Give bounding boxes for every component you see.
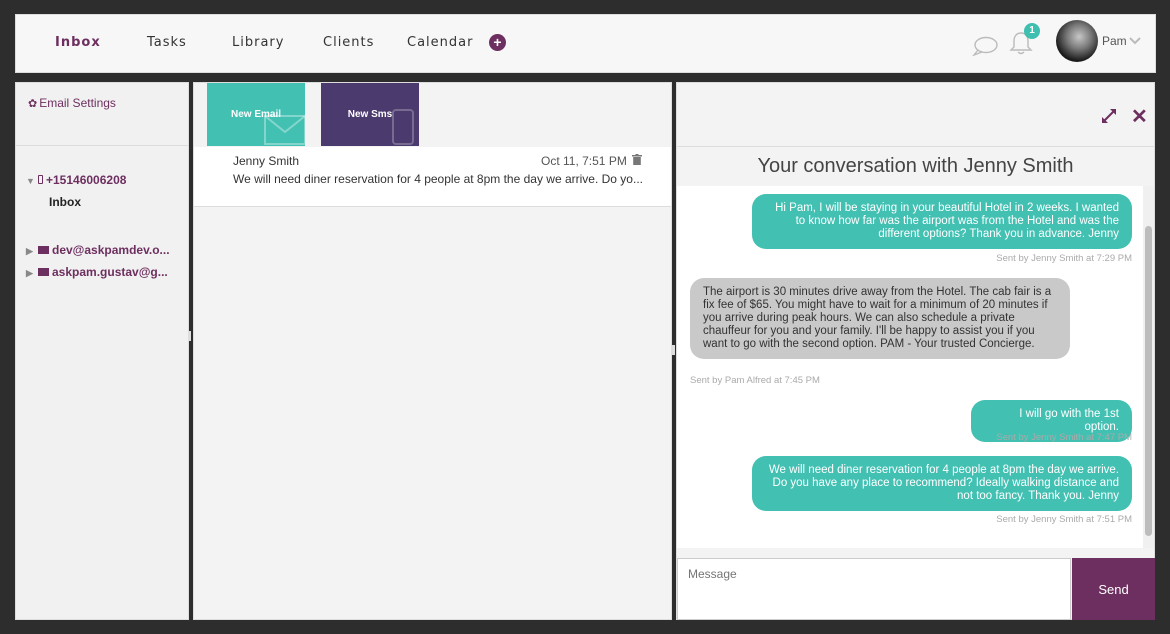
caret-right-icon[interactable]: ▶ xyxy=(26,268,38,279)
conversation-title: Your conversation with Jenny Smith xyxy=(757,155,1074,177)
notification-badge: 1 xyxy=(1024,23,1040,39)
message-preview: We will need diner reservation for 4 peo… xyxy=(233,172,643,186)
top-navigation-bar: Inbox Tasks Library Clients Calendar + 1… xyxy=(15,14,1156,73)
message-bubble-outgoing: We will need diner reservation for 4 peo… xyxy=(752,456,1132,511)
conversation-thread: Hi Pam, I will be staying in your beauti… xyxy=(677,186,1143,548)
nav-inbox[interactable]: Inbox xyxy=(55,35,101,50)
gear-icon: ✿ xyxy=(28,98,38,110)
chevron-down-icon[interactable] xyxy=(1129,37,1141,45)
message-sender: Jenny Smith xyxy=(233,154,300,168)
sidebar-resize-handle[interactable] xyxy=(189,331,191,341)
message-meta: Sent by Pam Alfred at 7:45 PM xyxy=(690,375,820,386)
new-sms-label: New Sms xyxy=(347,109,393,120)
list-item[interactable]: Jenny Smith Oct 11, 7:51 PM We will need… xyxy=(194,147,671,207)
sidebar-item-inbox[interactable]: Inbox xyxy=(49,195,81,209)
envelope-icon xyxy=(38,268,49,276)
email-settings-label: Email Settings xyxy=(39,96,116,110)
message-date: Oct 11, 7:51 PM xyxy=(541,154,627,168)
sidebar-divider xyxy=(16,145,188,146)
sidebar-account-phone[interactable]: ▼ +15146006208 xyxy=(26,173,126,187)
conversation-resize-handle[interactable] xyxy=(673,345,675,355)
message-bubble-outgoing: Hi Pam, I will be staying in your beauti… xyxy=(752,194,1132,249)
message-meta: Sent by Jenny Smith at 7:29 PM xyxy=(996,253,1132,264)
nav-clients[interactable]: Clients xyxy=(323,35,374,50)
new-email-label: New Email xyxy=(230,109,282,120)
message-list-panel: New Email New Sms Jenny Smith Oct 11, 7:… xyxy=(193,82,673,620)
send-button[interactable]: Send xyxy=(1072,558,1155,620)
conversation-scrollbar[interactable] xyxy=(1143,186,1154,548)
message-bubble-incoming: The airport is 30 minutes drive away fro… xyxy=(690,278,1070,359)
message-meta: Sent by Jenny Smith at 7:47 PM xyxy=(996,432,1132,443)
header-divider xyxy=(677,146,1154,147)
account-label: dev@askpamdev.o... xyxy=(52,243,170,257)
nav-library[interactable]: Library xyxy=(232,35,284,50)
trash-icon[interactable] xyxy=(632,154,642,165)
user-menu-name[interactable]: Pam xyxy=(1102,34,1127,48)
conversation-panel: ✕ Your conversation with Jenny Smith Hi … xyxy=(673,82,1155,620)
caret-right-icon[interactable]: ▶ xyxy=(26,246,38,257)
message-input[interactable] xyxy=(677,558,1071,620)
nav-tasks[interactable]: Tasks xyxy=(147,35,187,50)
new-email-button[interactable]: New Email xyxy=(207,83,305,146)
caret-down-icon[interactable]: ▼ xyxy=(26,176,38,186)
new-sms-button[interactable]: New Sms xyxy=(321,83,419,146)
phone-icon xyxy=(38,175,43,184)
accounts-sidebar: ✿ Email Settings ▼ +15146006208 Inbox ▶ dev… xyxy=(15,82,191,620)
scrollbar-thumb[interactable] xyxy=(1145,226,1152,536)
chat-bubble-icon[interactable] xyxy=(972,36,998,56)
message-meta: Sent by Jenny Smith at 7:51 PM xyxy=(996,514,1132,525)
sidebar-account-dev[interactable]: ▶ dev@askpamdev.o... xyxy=(26,243,170,257)
expand-icon[interactable] xyxy=(1100,107,1118,125)
account-label: askpam.gustav@g... xyxy=(52,265,168,279)
email-settings-link[interactable]: ✿ Email Settings xyxy=(28,96,116,110)
close-icon[interactable]: ✕ xyxy=(1131,104,1148,129)
avatar[interactable] xyxy=(1056,20,1098,62)
sidebar-account-gustav[interactable]: ▶ askpam.gustav@g... xyxy=(26,265,168,279)
add-icon[interactable]: + xyxy=(489,34,506,51)
nav-calendar[interactable]: Calendar xyxy=(407,35,473,50)
envelope-icon xyxy=(38,246,49,254)
account-label: +15146006208 xyxy=(46,173,127,187)
